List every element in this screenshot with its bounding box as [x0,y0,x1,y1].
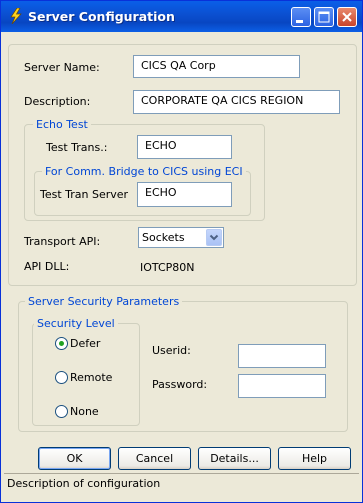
maximize-icon [318,11,330,23]
transport-api-dropdown[interactable]: Sockets [138,227,224,248]
radio-selected-dot [59,341,64,346]
dropdown-arrow-button[interactable] [206,229,222,246]
server-security-legend: Server Security Parameters [25,295,183,308]
userid-field[interactable] [238,344,326,368]
details-button[interactable]: Details... [198,447,271,470]
echo-test-legend: Echo Test [33,118,91,131]
password-field[interactable] [238,374,326,398]
window-title: Server Configuration [28,9,175,24]
maximize-button[interactable] [314,7,334,27]
server-name-field[interactable]: CICS QA Corp [133,55,300,78]
api-dll-label: API DLL: [24,260,70,273]
test-trans-field[interactable]: ECHO [137,135,232,159]
userid-label: Userid: [152,344,191,357]
security-level-legend: Security Level [34,317,118,330]
radio-remote-label[interactable]: Remote [70,371,112,384]
test-tran-server-field[interactable]: ECHO [137,182,232,207]
radio-remote[interactable] [55,371,68,384]
description-label: Description: [24,95,91,108]
radio-defer-label[interactable]: Defer [70,337,100,350]
close-icon [342,12,352,22]
description-field[interactable]: CORPORATE QA CICS REGION [133,90,340,114]
test-tran-server-label: Test Tran Server [40,188,129,201]
transport-api-value: Sockets [142,231,185,244]
comm-bridge-legend: For Comm. Bridge to CICS using ECI [42,165,246,178]
chevron-down-icon [209,234,219,241]
password-label: Password: [152,378,208,391]
minimize-button[interactable] [291,7,311,27]
status-bar: Description of configuration [4,473,359,502]
close-button[interactable] [337,7,357,27]
minimize-icon [296,20,303,23]
api-dll-value: IOTCP80N [140,261,195,274]
test-trans-label: Test Trans.: [46,141,108,154]
server-configuration-window: Server Configuration Server Name: CICS Q… [0,0,363,503]
status-text: Description of configuration [7,477,161,490]
help-button[interactable]: Help [278,447,351,470]
radio-none-label[interactable]: None [70,405,99,418]
radio-defer[interactable] [55,337,68,350]
transport-api-label: Transport API: [24,235,101,248]
cancel-button[interactable]: Cancel [118,447,191,470]
server-name-label: Server Name: [24,61,100,74]
radio-none[interactable] [55,405,68,418]
lightning-bolt-icon [10,8,22,24]
ok-button[interactable]: OK [38,447,111,470]
title-bar[interactable]: Server Configuration [1,1,362,32]
